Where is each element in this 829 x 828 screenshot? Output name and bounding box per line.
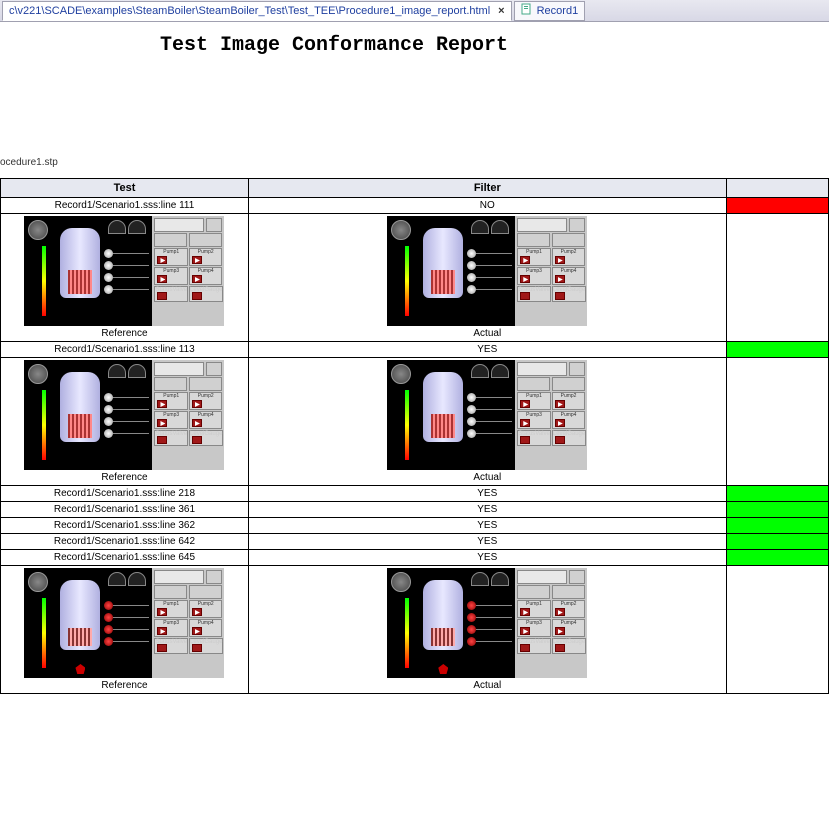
cell-filter: YES [248,502,726,518]
clock-icon [28,364,48,384]
vessel-icon [423,372,463,442]
status-badge [726,198,828,214]
status-badge [726,534,828,550]
vessel-icon [60,228,100,298]
table-row: Record1/Scenario1.sss:line 642YES [1,534,829,550]
page-title: Test Image Conformance Report [0,22,829,57]
caption-reference: Reference [3,470,246,483]
column-header-test: Test [1,179,249,198]
status-badge [726,518,828,534]
tab-label: c\v221\SCADE\examples\SteamBoiler\SteamB… [9,5,490,17]
cell-filter: YES [248,550,726,566]
cell-reference-image: Pump1 Pump2 Pump3 Pump4 StatusValve Leve… [1,358,249,486]
tab-bar: c\v221\SCADE\examples\SteamBoiler\SteamB… [0,0,829,22]
table-row: Record1/Scenario1.sss:line 362YES [1,518,829,534]
cell-reference-image: Pump1 Pump2 Pump3 Pump4 StatusValve Leve… [1,566,249,694]
cell-test: Record1/Scenario1.sss:line 218 [1,486,249,502]
cell-test: Record1/Scenario1.sss:line 362 [1,518,249,534]
table-row: Record1/Scenario1.sss:line 645YES [1,550,829,566]
gauge-icon [405,390,409,460]
report-table: Test Filter Record1/Scenario1.sss:line 1… [0,178,829,694]
tab-record1[interactable]: Record1 [514,1,586,21]
vessel-icon [60,372,100,442]
table-row: Record1/Scenario1.sss:line 361YES [1,502,829,518]
caption-actual: Actual [251,326,724,339]
status-badge [726,502,828,518]
cell-filter: YES [248,486,726,502]
caption-actual: Actual [251,470,724,483]
screenshot-thumbnail[interactable]: Pump1 Pump2 Pump3 Pump4 StatusValve Leve… [24,568,224,678]
burner-icon [433,666,453,674]
status-badge [726,342,828,358]
document-icon [521,3,533,18]
clock-icon [28,220,48,240]
burner-icon [70,666,90,674]
image-row: Pump1 Pump2 Pump3 Pump4 StatusValve Leve… [1,214,829,342]
vessel-icon [423,580,463,650]
screenshot-thumbnail[interactable]: Pump1 Pump2 Pump3 Pump4 StatusValve Leve… [387,360,587,470]
column-header-filter: Filter [248,179,726,198]
gauge-icon [405,246,409,316]
clock-icon [391,572,411,592]
cell-filter: YES [248,534,726,550]
cell-test: Record1/Scenario1.sss:line 361 [1,502,249,518]
clock-icon [28,572,48,592]
column-header-status [726,179,828,198]
caption-reference: Reference [3,678,246,691]
status-badge [726,550,828,566]
screenshot-thumbnail[interactable]: Pump1 Pump2 Pump3 Pump4 StatusValve Leve… [387,568,587,678]
cell-test: Record1/Scenario1.sss:line 113 [1,342,249,358]
subpath-text: ocedure1.stp [0,57,829,178]
burner-icon [433,314,453,322]
cell-actual-image: Pump1 Pump2 Pump3 Pump4 StatusValve Leve… [248,358,726,486]
cell-test: Record1/Scenario1.sss:line 645 [1,550,249,566]
clock-icon [391,220,411,240]
vessel-icon [423,228,463,298]
table-row: Record1/Scenario1.sss:line 111NO [1,198,829,214]
cell-filter: YES [248,342,726,358]
close-icon[interactable]: × [498,5,504,17]
caption-actual: Actual [251,678,724,691]
caption-reference: Reference [3,326,246,339]
cell-test: Record1/Scenario1.sss:line 642 [1,534,249,550]
cell-actual-image: Pump1 Pump2 Pump3 Pump4 StatusValve Leve… [248,566,726,694]
screenshot-thumbnail[interactable]: Pump1 Pump2 Pump3 Pump4 StatusValve Leve… [24,216,224,326]
tab-report[interactable]: c\v221\SCADE\examples\SteamBoiler\SteamB… [2,1,512,21]
burner-icon [70,458,90,466]
image-row: Pump1 Pump2 Pump3 Pump4 StatusValve Leve… [1,566,829,694]
burner-icon [433,458,453,466]
cell-reference-image: Pump1 Pump2 Pump3 Pump4 StatusValve Leve… [1,214,249,342]
gauge-icon [42,390,46,460]
cell-test: Record1/Scenario1.sss:line 111 [1,198,249,214]
screenshot-thumbnail[interactable]: Pump1 Pump2 Pump3 Pump4 StatusValve Leve… [24,360,224,470]
image-row: Pump1 Pump2 Pump3 Pump4 StatusValve Leve… [1,358,829,486]
gauge-icon [42,598,46,668]
vessel-icon [60,580,100,650]
clock-icon [391,364,411,384]
cell-filter: NO [248,198,726,214]
cell-actual-image: Pump1 Pump2 Pump3 Pump4 StatusValve Leve… [248,214,726,342]
tab-label: Record1 [537,5,579,17]
gauge-icon [42,246,46,316]
cell-filter: YES [248,518,726,534]
gauge-icon [405,598,409,668]
table-row: Record1/Scenario1.sss:line 113YES [1,342,829,358]
screenshot-thumbnail[interactable]: Pump1 Pump2 Pump3 Pump4 StatusValve Leve… [387,216,587,326]
table-row: Record1/Scenario1.sss:line 218YES [1,486,829,502]
status-badge [726,486,828,502]
burner-icon [70,314,90,322]
